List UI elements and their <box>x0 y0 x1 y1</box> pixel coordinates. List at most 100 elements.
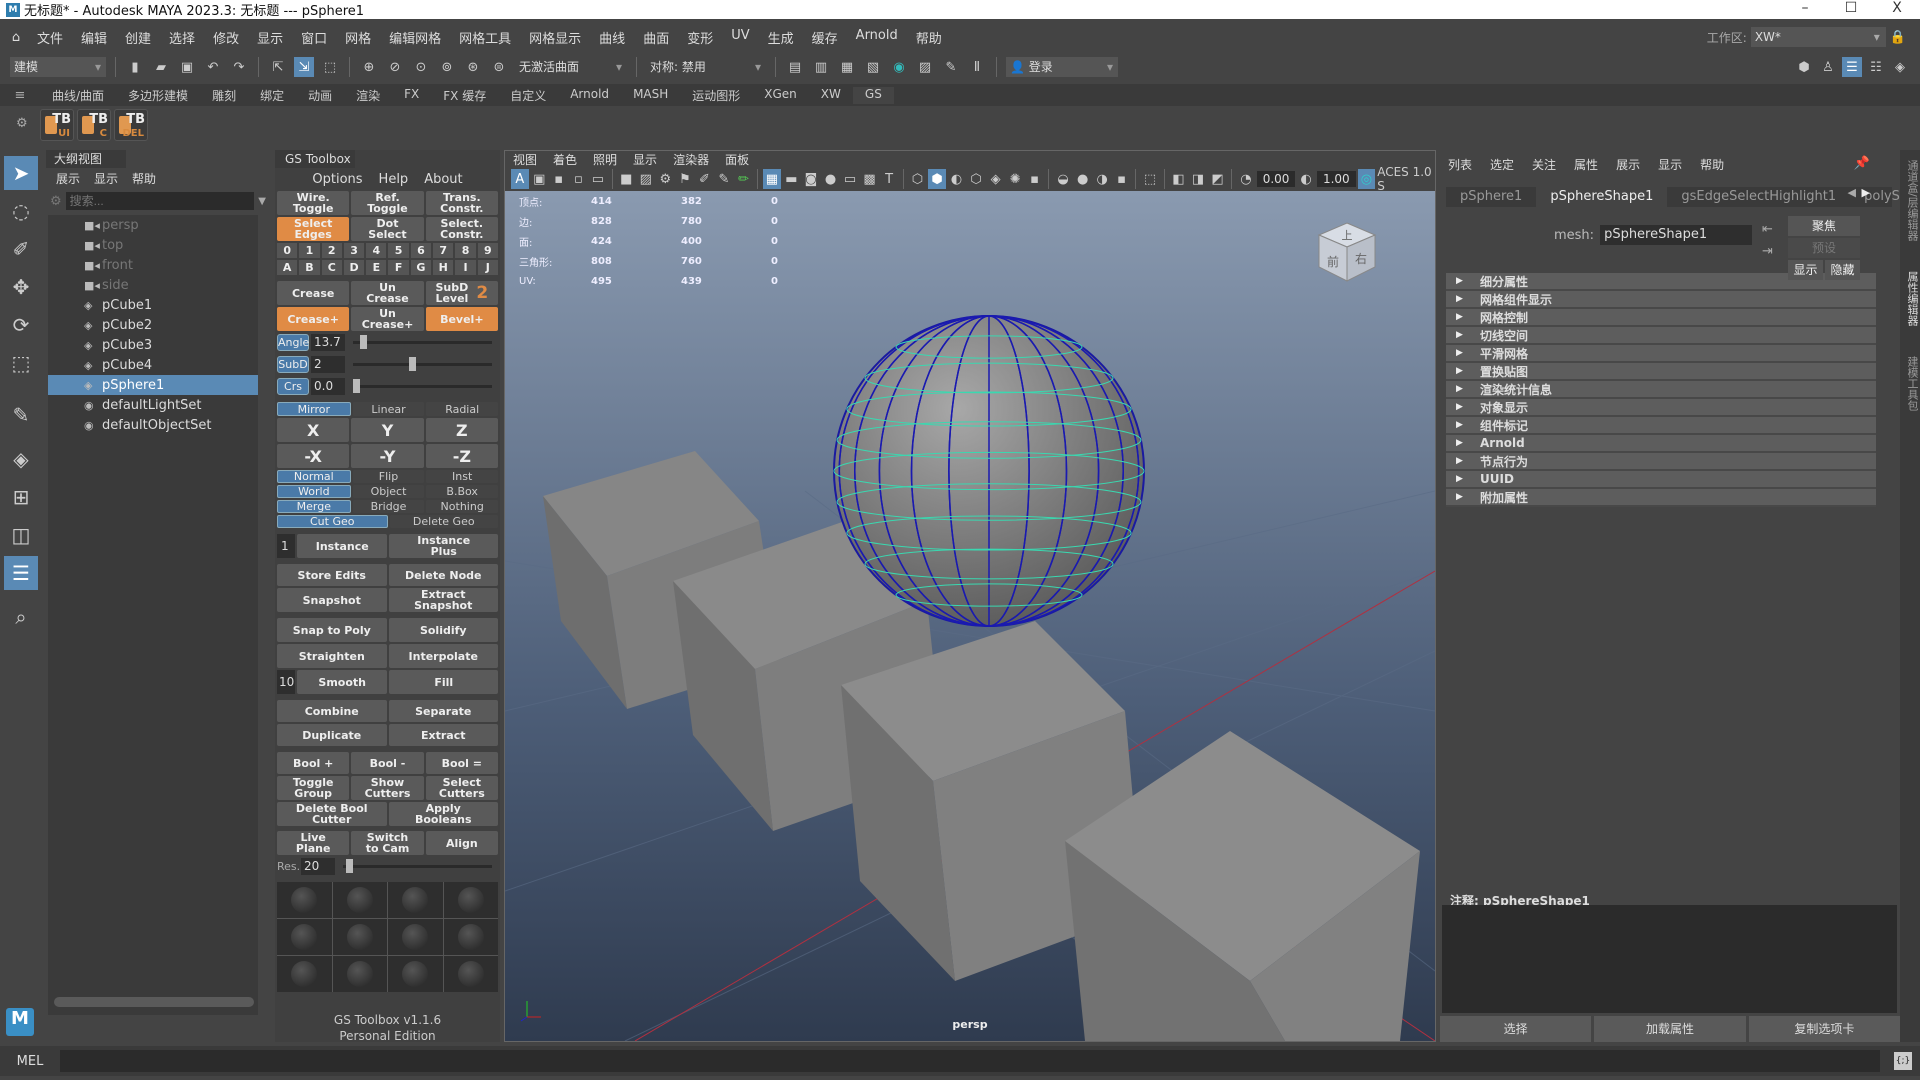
viewport-menu-renderer[interactable]: 渲染器 <box>673 151 709 169</box>
textured-icon[interactable]: ◈ <box>987 169 1005 189</box>
snap-to-poly-button[interactable]: Snap to Poly <box>277 618 387 642</box>
ae-menu-item[interactable]: 属性 <box>1574 156 1598 173</box>
snapshot-button[interactable]: Snapshot <box>277 588 387 612</box>
presets-button[interactable]: 预设 <box>1788 238 1860 258</box>
menu-item[interactable]: 曲面 <box>634 28 678 47</box>
shadows-icon[interactable]: ▪ <box>1026 169 1044 189</box>
crease-plus-button[interactable]: Crease+ <box>277 307 350 331</box>
store-set-button-C[interactable]: C <box>321 260 342 275</box>
exposure-field[interactable]: 0.00 <box>1256 171 1296 187</box>
material-swatch[interactable] <box>332 956 387 992</box>
shelf-tab[interactable]: 绑定 <box>248 87 296 104</box>
home-icon[interactable]: ⌂ <box>4 30 28 45</box>
ae-section-header[interactable]: ▶ 组件标记 <box>1446 417 1876 435</box>
shelf-tab[interactable]: 动画 <box>296 87 344 104</box>
subd-toggle[interactable]: SubD <box>277 356 309 373</box>
viewport-menu-view[interactable]: 视图 <box>513 151 537 169</box>
crease-button[interactable]: Crease <box>277 281 350 305</box>
bool-intersect-button[interactable]: Bool = <box>425 752 498 774</box>
angle-value-field[interactable]: 13.7 <box>311 334 345 351</box>
view-cube[interactable]: 上 前 右 <box>1315 219 1379 283</box>
bool-union-button[interactable]: Bool + <box>277 752 350 774</box>
ae-section-header[interactable]: ▶ 置换贴图 <box>1446 363 1876 381</box>
select-set-button-9[interactable]: 9 <box>477 243 498 258</box>
use-lights-icon[interactable]: ✺ <box>1006 169 1024 189</box>
store-set-button-I[interactable]: I <box>455 260 476 275</box>
ae-section-header[interactable]: ▶ 网格组件显示 <box>1446 291 1876 309</box>
switch-to-cam-button[interactable]: Switch to Cam <box>351 831 424 855</box>
select-set-button-4[interactable]: 4 <box>366 243 387 258</box>
wireframe-on-shaded-icon[interactable]: ⬡ <box>967 169 985 189</box>
tab-scroll-left-icon[interactable]: ◀ <box>1848 186 1856 199</box>
menu-item[interactable]: 生成 <box>759 28 803 47</box>
shelf-menu-icon[interactable]: ≡ <box>0 88 40 103</box>
exposure-icon[interactable]: ◔ <box>1237 169 1255 189</box>
bevel-plus-button[interactable]: Bevel+ <box>425 307 498 331</box>
instance-plus-button[interactable]: Instance Plus <box>389 534 498 558</box>
normal-toggle[interactable]: Normal <box>277 470 351 483</box>
character-controls-icon[interactable]: ♙ <box>1818 57 1838 77</box>
material-swatch[interactable] <box>388 956 443 992</box>
shelf-tab[interactable]: MASH <box>621 87 680 104</box>
motion-blur-icon[interactable]: ● <box>1074 169 1092 189</box>
material-swatch[interactable] <box>332 919 387 955</box>
ae-node-tab[interactable]: gsEdgeSelectHighlight1 <box>1667 187 1850 207</box>
snap-view-plane-icon[interactable]: ⊛ <box>463 57 483 77</box>
menu-item[interactable]: 编辑网格 <box>380 28 450 47</box>
safe-title-icon[interactable]: T <box>880 169 898 189</box>
subd-slider[interactable] <box>353 357 492 371</box>
close-button[interactable]: X <box>1874 0 1920 16</box>
select-set-button-0[interactable]: 0 <box>277 243 298 258</box>
outliner-vertical-scrollbar[interactable] <box>246 215 254 1015</box>
outliner-horizontal-scrollbar[interactable] <box>54 997 254 1007</box>
angle-slider-handle[interactable] <box>359 335 367 349</box>
grid-icon[interactable]: ▦ <box>763 169 781 189</box>
outliner-item[interactable]: ◈ pSphere1 <box>48 375 258 395</box>
solidify-button[interactable]: Solidify <box>388 618 498 642</box>
apply-booleans-button[interactable]: Apply Booleans <box>388 802 498 826</box>
shelf-tab[interactable]: FX 缓存 <box>431 87 498 104</box>
smooth-button[interactable]: Smooth <box>297 670 388 694</box>
attribute-editor-toggle-icon[interactable]: ☰ <box>1842 57 1862 77</box>
select-tool-icon[interactable]: ➤ <box>4 156 38 190</box>
smooth-count-field[interactable]: 10 <box>277 670 295 694</box>
world-toggle[interactable]: World <box>277 485 351 498</box>
ae-menu-item[interactable]: 显示 <box>1658 156 1682 173</box>
material-swatch[interactable] <box>388 882 443 918</box>
snap-point-icon[interactable]: ⊙ <box>411 57 431 77</box>
menu-item[interactable]: 修改 <box>204 28 248 47</box>
hypershade-icon[interactable]: ◉ <box>889 57 909 77</box>
angle-toggle[interactable]: Angle <box>277 334 309 351</box>
ae-section-header[interactable]: ▶ 渲染统计信息 <box>1446 381 1876 399</box>
field-chart-icon[interactable]: ▭ <box>841 169 859 189</box>
outliner-item[interactable]: ■◂ front <box>48 255 258 275</box>
make-live-icon[interactable]: ⊜ <box>489 57 509 77</box>
res-slider[interactable] <box>343 859 492 873</box>
menu-item[interactable]: 选择 <box>160 28 204 47</box>
shelf-tab[interactable]: 雕刻 <box>200 87 248 104</box>
resolution-gate-icon[interactable]: ◙ <box>802 169 820 189</box>
ae-node-tab[interactable]: pSphere1 <box>1446 187 1536 207</box>
shelf-button-tb-ui[interactable]: TB UI <box>40 109 74 141</box>
instance-button[interactable]: Instance <box>297 534 388 558</box>
outliner-item[interactable]: ■◂ side <box>48 275 258 295</box>
render-settings-icon[interactable]: ▧ <box>863 57 883 77</box>
ae-menu-item[interactable]: 展示 <box>1616 156 1640 173</box>
store-set-button-G[interactable]: G <box>410 260 432 275</box>
xray-joints-icon[interactable]: ◨ <box>1189 169 1207 189</box>
mirror-x-button[interactable]: X <box>277 418 350 442</box>
gate-mask-icon[interactable]: ● <box>822 169 840 189</box>
mirror-y-button[interactable]: Y <box>351 418 424 442</box>
shelf-tab[interactable]: GS <box>852 86 894 104</box>
bookmark-flag-icon[interactable]: ⚑ <box>676 169 694 189</box>
grid-toggle-icon[interactable]: ✏ <box>735 169 753 189</box>
script-editor-icon[interactable]: {;} <box>1894 1052 1912 1070</box>
shelf-button-tb-del[interactable]: TB DEL <box>114 109 148 141</box>
material-swatch[interactable] <box>332 882 387 918</box>
mirror-z-button[interactable]: Z <box>425 418 498 442</box>
bridge-toggle[interactable]: Bridge <box>352 500 425 513</box>
hide-button[interactable]: 隐藏 <box>1825 260 1860 280</box>
mesh-name-field[interactable]: pSphereShape1 <box>1600 225 1753 245</box>
merge-toggle[interactable]: Merge <box>277 500 351 513</box>
outliner-menu-display[interactable]: 展示 <box>56 170 80 187</box>
